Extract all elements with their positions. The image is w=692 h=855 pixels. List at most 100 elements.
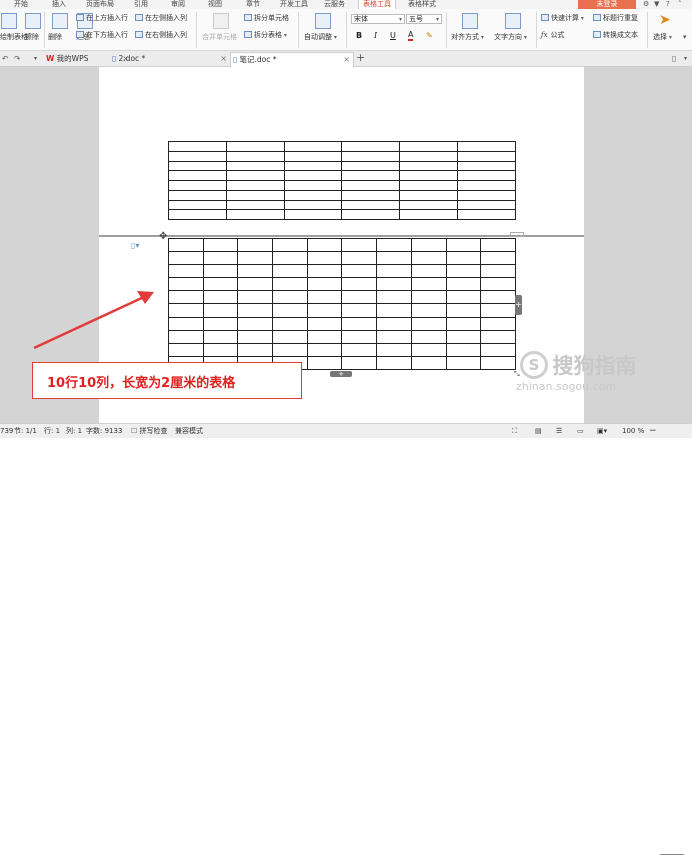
tab-start[interactable]: 开始 — [14, 0, 28, 9]
chevron-down-icon: ▾ — [435, 16, 439, 23]
quick-calc-button[interactable]: 快速计算 ▾ — [541, 14, 584, 23]
insert-col-left-button[interactable]: 在左侧插入列 — [135, 14, 187, 23]
tab-developer[interactable]: 开发工具 — [280, 0, 308, 9]
split-cells-button[interactable]: 拆分单元格 — [244, 14, 289, 23]
formula-button[interactable]: ƒx 公式 — [541, 31, 565, 40]
read-mode-icon[interactable]: ▣▾ — [597, 426, 607, 436]
annotation-callout: 10行10列，长宽为2厘米的表格 — [32, 362, 302, 399]
sogou-logo-icon: S — [520, 351, 548, 379]
focus-mode-icon[interactable]: ⛶ — [512, 426, 517, 436]
merge-cells-button[interactable]: 合并单元格 — [202, 33, 237, 42]
calculator-icon — [541, 14, 549, 21]
insert-row-below-icon — [76, 31, 84, 38]
quick-access-menu-icon[interactable]: ▾ — [34, 52, 37, 66]
page-view-icon[interactable]: ▤ — [535, 426, 542, 436]
menu-bar: 开始 插入 页面布局 引用 审阅 视图 章节 开发工具 云服务 表格工具 表格样… — [0, 0, 692, 9]
tab-table-tools[interactable]: 表格工具 — [358, 0, 396, 9]
tab-list-icon[interactable]: ▯ — [672, 52, 676, 66]
delete-button[interactable]: 删除 — [48, 33, 62, 42]
draw-table-button[interactable]: 绘制表格 — [0, 33, 28, 42]
insert-row-above-icon — [76, 14, 84, 21]
font-color-button[interactable]: A — [408, 31, 414, 41]
tab-page-layout[interactable]: 页面布局 — [86, 0, 114, 9]
word-count[interactable]: 字数: 9133 — [86, 426, 122, 436]
tab-chapter[interactable]: 章节 — [246, 0, 260, 9]
delete-icon — [52, 13, 68, 29]
italic-button[interactable]: I — [374, 31, 377, 41]
font-name-select[interactable]: 宋体 ▾ — [351, 14, 405, 24]
merge-cells-icon — [213, 13, 229, 29]
divider — [647, 12, 648, 48]
watermark-brand: 搜狗指南 — [552, 354, 637, 378]
tab-table-style[interactable]: 表格样式 — [408, 0, 436, 9]
autofit-icon — [315, 13, 331, 29]
new-tab-icon[interactable]: + — [356, 52, 365, 66]
watermark-url: zhinan.sogou.com — [516, 380, 617, 393]
ribbon: 绘制表格 擦除 删除 汇总 在上方插入行 在左侧插入列 在下方插入行 在右侧插入… — [0, 9, 692, 51]
doc-file-icon: ▯ — [233, 55, 238, 64]
split-table-icon — [244, 31, 252, 38]
text-direction-button[interactable]: 文字方向 ▾ — [494, 33, 527, 42]
tab-cloud[interactable]: 云服务 — [324, 0, 345, 9]
tab-view[interactable]: 视图 — [208, 0, 222, 9]
tab-references[interactable]: 引用 — [134, 0, 148, 9]
align-icon — [462, 13, 478, 29]
close-icon[interactable]: × — [343, 53, 350, 66]
spell-check-toggle[interactable]: ☐ 拼写检查 — [131, 426, 168, 436]
text-direction-icon — [505, 13, 521, 29]
select-cursor-icon: ➤ — [659, 12, 671, 28]
redo-icon[interactable]: ↷ — [14, 52, 20, 66]
help-icon[interactable]: ? — [666, 0, 670, 8]
minimize-ribbon-icon[interactable]: ˄ — [678, 0, 682, 8]
fx-icon: ƒx — [541, 31, 548, 39]
page-count: 739 — [0, 427, 14, 435]
web-view-icon[interactable]: ▭ — [577, 426, 584, 436]
header-repeat-icon — [593, 14, 601, 21]
checkbox-icon: ☐ — [131, 427, 138, 435]
annotation-text: 10行10列，长宽为2厘米的表格 — [47, 376, 236, 391]
divider — [536, 12, 537, 48]
erase-button[interactable]: 擦除 — [25, 33, 39, 42]
highlight-icon[interactable]: ✎ — [426, 31, 433, 41]
convert-to-text-button[interactable]: 转换成文本 — [593, 31, 638, 40]
line-indicator: 行: 1 — [44, 427, 61, 435]
zoom-out-icon[interactable]: − — [649, 426, 657, 436]
outline-view-icon[interactable]: ☰ — [556, 426, 562, 436]
insert-row-below-button[interactable]: 在下方插入行 — [76, 31, 128, 40]
split-table-button[interactable]: 拆分表格 ▾ — [244, 31, 287, 40]
close-icon[interactable]: × — [220, 52, 227, 65]
column-indicator: 列: 1 — [66, 427, 83, 435]
font-size-select[interactable]: 五号 ▾ — [406, 14, 442, 24]
convert-text-icon — [593, 31, 601, 38]
doc-tab-2doc[interactable]: ▯ 2.doc * × — [112, 52, 230, 66]
tab-insert[interactable]: 插入 — [52, 0, 66, 9]
doc-tab-notes[interactable]: ▯ 笔记.doc * × — [230, 52, 354, 67]
tab-review[interactable]: 审阅 — [171, 0, 185, 9]
settings-icon[interactable]: ⚙ — [643, 0, 649, 8]
insert-col-right-icon — [135, 31, 143, 38]
chevron-down-icon: ▾ — [398, 16, 402, 23]
undo-icon[interactable]: ↶ — [2, 52, 8, 66]
split-cells-icon — [244, 14, 252, 21]
compat-mode: 兼容模式 — [175, 427, 203, 435]
header-repeat-button[interactable]: 标题行重复 — [593, 14, 638, 23]
underline-button[interactable]: U — [390, 31, 396, 41]
doc-file-icon: ▯ — [112, 54, 117, 63]
watermark: S 搜狗指南 zhinan.sogou.com — [516, 350, 637, 393]
draw-table-icon — [1, 13, 17, 29]
insert-row-above-button[interactable]: 在上方插入行 — [76, 14, 128, 23]
skin-icon[interactable]: ▼ — [654, 0, 659, 8]
select-button[interactable]: 选择 ▾ — [653, 33, 672, 42]
bold-button[interactable]: B — [356, 31, 362, 41]
ribbon-scroll-icon[interactable]: ▾ — [683, 33, 687, 41]
insert-col-right-button[interactable]: 在右侧插入列 — [135, 31, 187, 40]
zoom-level[interactable]: 100 % — [622, 426, 644, 436]
eraser-icon — [25, 13, 41, 29]
login-button[interactable]: 未登录 — [578, 0, 636, 9]
tab-menu-icon[interactable]: ▾ — [684, 52, 687, 66]
wps-logo-icon: W — [46, 54, 55, 63]
section-indicator: 节: 1/1 — [14, 427, 37, 435]
autofit-button[interactable]: 自动调整 ▾ — [304, 33, 337, 42]
align-button[interactable]: 对齐方式 ▾ — [451, 33, 484, 42]
status-bar: 739 节: 1/1 行: 1 列: 1 字数: 9133 ☐ 拼写检查 兼容模… — [0, 423, 692, 855]
